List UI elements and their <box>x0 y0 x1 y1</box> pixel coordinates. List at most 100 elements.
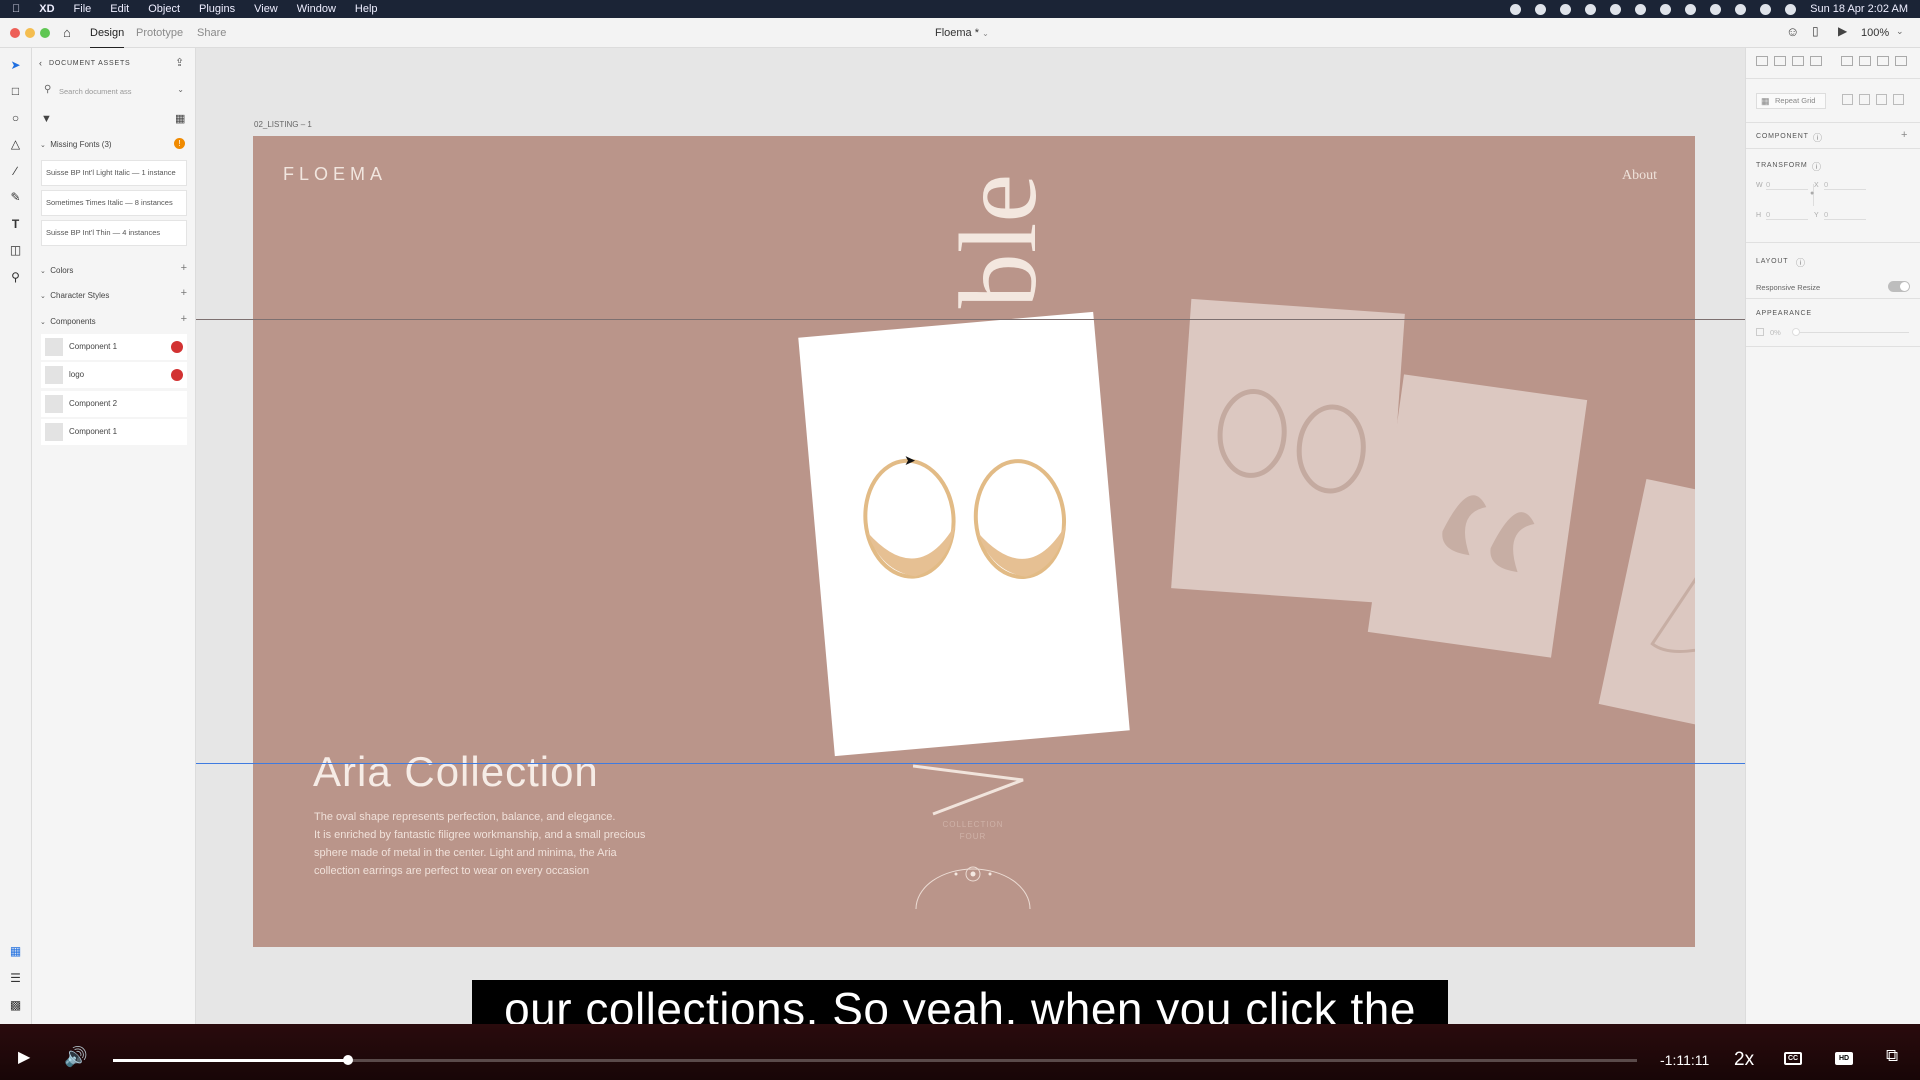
add-component-state-icon[interactable]: + <box>1901 129 1907 141</box>
search-icon[interactable] <box>1735 3 1747 15</box>
menu-window[interactable]: Window <box>297 3 336 15</box>
subtract-boolean-icon[interactable] <box>1859 94 1870 105</box>
closed-captions-icon[interactable]: CC <box>1784 1052 1802 1065</box>
document-title[interactable]: Floema * ⌄ <box>935 27 989 39</box>
horizontal-guide[interactable] <box>196 319 1745 320</box>
seek-bar-knob[interactable] <box>342 1055 353 1065</box>
add-color-icon[interactable]: + <box>181 262 187 274</box>
cloud-icon[interactable] <box>1560 3 1572 15</box>
line-tool-icon[interactable]: ∕ <box>8 164 23 179</box>
zoom-chevron-icon[interactable]: ⌄ <box>1896 26 1904 37</box>
distribute-horizontal-icon[interactable] <box>1895 56 1907 66</box>
search-chevron-icon[interactable]: ⌄ <box>177 85 184 94</box>
horizontal-guide-selected[interactable] <box>196 763 1745 764</box>
colors-header[interactable]: ⌄ Colors <box>40 266 73 275</box>
menu-edit[interactable]: Edit <box>110 3 129 15</box>
product-card-faded[interactable] <box>1171 298 1405 604</box>
menu-object[interactable]: Object <box>148 3 180 15</box>
close-window-button[interactable] <box>10 28 20 38</box>
maximize-window-button[interactable] <box>40 28 50 38</box>
component-item[interactable]: Component 1 <box>41 334 187 360</box>
info-icon[interactable]: ⓘ <box>1796 256 1805 269</box>
artboard-tool-icon[interactable]: ◫ <box>8 243 23 258</box>
collection-title[interactable]: Aria Collection <box>313 748 599 796</box>
align-bottom-icon[interactable] <box>1792 56 1804 66</box>
collection-description[interactable]: The oval shape represents perfection, ba… <box>314 808 674 880</box>
control-center-icon[interactable] <box>1760 3 1772 15</box>
tab-prototype[interactable]: Prototype <box>136 27 183 39</box>
align-left-icon[interactable] <box>1841 56 1853 66</box>
component-item[interactable]: logo <box>41 362 187 388</box>
info-icon[interactable]: ⓘ <box>1812 160 1821 173</box>
add-boolean-icon[interactable] <box>1842 94 1853 105</box>
select-tool-icon[interactable]: ➤ <box>8 58 23 73</box>
playback-speed-button[interactable]: 2x <box>1734 1049 1754 1071</box>
wifi-icon[interactable] <box>1710 3 1722 15</box>
repeat-grid-button[interactable]: ▦ Repeat Grid <box>1756 93 1826 109</box>
home-icon[interactable]: ⌂ <box>63 25 71 40</box>
text-tool-icon[interactable]: T <box>8 217 23 232</box>
pen-tool-icon[interactable]: ✎ <box>8 190 23 205</box>
intersect-boolean-icon[interactable] <box>1876 94 1887 105</box>
hd-icon[interactable]: HD <box>1835 1052 1853 1065</box>
plugins-panel-icon[interactable]: ▩ <box>8 998 23 1013</box>
polygon-tool-icon[interactable]: △ <box>8 137 23 152</box>
tab-design[interactable]: Design <box>90 27 125 49</box>
add-component-icon[interactable]: + <box>181 313 187 325</box>
floema-logo[interactable]: FLOEMA <box>283 164 387 185</box>
back-chevron-icon[interactable]: ‹ <box>39 58 42 68</box>
grid-view-icon[interactable]: ▦ <box>175 112 185 125</box>
apple-icon[interactable]:  <box>12 3 20 15</box>
export-icon[interactable]: ⇪ <box>175 56 184 69</box>
minimize-window-button[interactable] <box>25 28 35 38</box>
opacity-slider[interactable] <box>1794 332 1909 333</box>
zoom-tool-icon[interactable]: ⚲ <box>8 270 23 285</box>
missing-font-item[interactable]: Sometimes Times Italic — 8 instances <box>41 190 187 216</box>
warning-icon[interactable]: ! <box>174 138 185 149</box>
align-center-icon[interactable] <box>1859 56 1871 66</box>
play-circle-icon[interactable] <box>1635 3 1647 15</box>
nav-about-link[interactable]: About <box>1622 168 1657 184</box>
exit-fullscreen-icon[interactable]: ⧉ <box>1886 1046 1898 1066</box>
align-middle-icon[interactable] <box>1774 56 1786 66</box>
opacity-slider-knob[interactable] <box>1792 328 1800 336</box>
volume-icon[interactable]: 🔊 <box>64 1045 88 1069</box>
add-character-style-icon[interactable]: + <box>181 287 187 299</box>
distribute-icon[interactable] <box>1810 56 1822 66</box>
missing-font-item[interactable]: Suisse BP Int'l Thin — 4 instances <box>41 220 187 246</box>
height-input[interactable]: 0 <box>1766 210 1808 220</box>
product-card-faded[interactable] <box>1367 374 1588 658</box>
play-preview-icon[interactable]: ▶ <box>1838 24 1847 38</box>
ellipse-tool-icon[interactable]: ○ <box>8 111 23 126</box>
assets-panel-icon[interactable]: ▦ <box>8 944 23 959</box>
bluetooth-icon[interactable] <box>1685 3 1697 15</box>
design-canvas[interactable]: 02_LISTING – 1 FLOEMA About ble Aria Col… <box>196 48 1745 1024</box>
siri-icon[interactable] <box>1785 3 1797 15</box>
play-icon[interactable]: ▶ <box>18 1047 30 1067</box>
opacity-value[interactable]: 0% <box>1770 328 1781 337</box>
user-icon[interactable]: ☺ <box>1786 24 1799 39</box>
product-card-selected[interactable] <box>798 311 1130 757</box>
record-icon[interactable] <box>1510 3 1522 15</box>
lock-aspect-icon[interactable]: ● <box>1810 190 1814 197</box>
upload-icon[interactable] <box>1610 3 1622 15</box>
device-preview-icon[interactable]: ▯ <box>1812 24 1819 38</box>
y-input[interactable]: 0 <box>1824 210 1866 220</box>
menu-app-name[interactable]: XD <box>39 3 54 15</box>
product-card-faded[interactable] <box>1598 478 1695 734</box>
exclude-boolean-icon[interactable] <box>1893 94 1904 105</box>
width-input[interactable]: 0 <box>1766 180 1808 190</box>
character-styles-header[interactable]: ⌄ Character Styles <box>40 291 109 300</box>
menu-plugins[interactable]: Plugins <box>199 3 235 15</box>
broken-link-icon[interactable] <box>171 341 183 353</box>
creative-cloud-icon[interactable] <box>1535 3 1547 15</box>
filter-icon[interactable]: ▼ <box>41 113 52 125</box>
battery-icon[interactable] <box>1660 3 1672 15</box>
component-item[interactable]: Component 1 <box>41 419 187 445</box>
menu-help[interactable]: Help <box>355 3 378 15</box>
artboard[interactable]: FLOEMA About ble Aria Collection The ova… <box>253 136 1695 947</box>
seek-bar[interactable] <box>113 1055 1637 1065</box>
tab-share[interactable]: Share <box>197 27 226 39</box>
carousel-indicator[interactable] <box>913 864 1033 914</box>
align-right-icon[interactable] <box>1877 56 1889 66</box>
